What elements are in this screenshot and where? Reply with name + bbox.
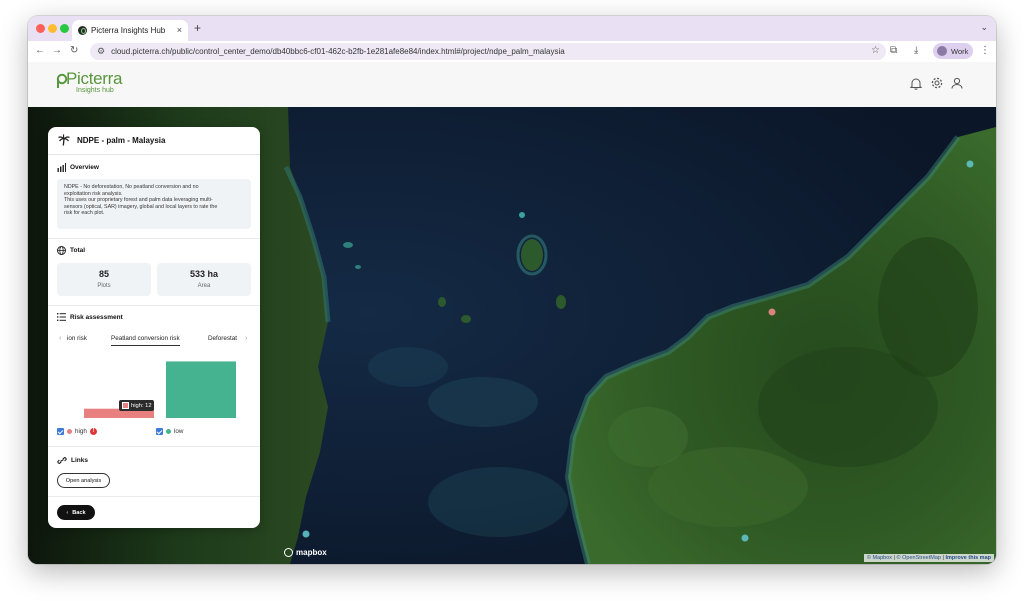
list-icon [57, 313, 66, 321]
tab-deforestation-risk[interactable]: Deforestat [208, 335, 237, 342]
overview-line: sensors (optical, SAR) imagery, global a… [64, 203, 218, 210]
close-window-button[interactable] [36, 24, 45, 33]
section-divider [48, 305, 260, 306]
plots-stat-card: 85 Plots [57, 263, 151, 296]
legend-low-label: low [174, 428, 184, 435]
tab-title: Picterra Insights Hub [91, 26, 166, 35]
forward-arrow-icon[interactable]: → [52, 44, 62, 58]
minimize-window-button[interactable] [48, 24, 57, 33]
mapbox-logo-text: mapbox [296, 548, 327, 557]
back-arrow-icon[interactable]: ← [35, 44, 45, 58]
mapbox-attribution-link[interactable]: © Mapbox [867, 555, 892, 561]
maximize-window-button[interactable] [60, 24, 69, 33]
browser-tab[interactable]: Picterra Insights Hub × [72, 20, 188, 41]
links-heading: Links [71, 457, 88, 464]
map-marker[interactable] [966, 160, 974, 168]
app-header: Picterra Insights hub [28, 62, 996, 108]
browser-window: Picterra Insights Hub × + ⌄ ← → ↻ ⚙ clou… [28, 16, 996, 564]
back-button[interactable]: ‹ Back [57, 505, 95, 520]
palm-tree-icon [58, 134, 70, 146]
reload-icon[interactable]: ↻ [70, 44, 78, 58]
address-bar: ← → ↻ ⚙ cloud.picterra.ch/public/control… [28, 41, 996, 63]
legend-high-label: high [75, 428, 87, 435]
risk-assessment-heading: Risk assessment [70, 314, 123, 321]
legend-high[interactable]: high ! [57, 428, 97, 435]
overview-description: NDPE - No deforestation, No peatland con… [57, 179, 251, 229]
notification-bell-icon[interactable] [910, 77, 922, 90]
bookmark-star-icon[interactable]: ☆ [871, 45, 880, 56]
tab-exploitation-risk[interactable]: ion risk [67, 335, 87, 342]
legend-low[interactable]: low [156, 428, 183, 435]
tabs-scroll-right-icon[interactable]: › [245, 335, 247, 342]
risk-tabs: ‹ ion risk Peatland conversion risk Defo… [57, 333, 251, 349]
overview-line: This uses our proprietary forest and pal… [64, 197, 213, 204]
url-text: cloud.picterra.ch/public/control_center_… [111, 47, 565, 56]
overview-line: risk for each plot. [64, 210, 105, 217]
browser-menu-icon[interactable]: ⋮ [980, 44, 990, 58]
mapbox-logo[interactable]: mapbox [284, 548, 327, 557]
profile-button[interactable]: Work [933, 43, 973, 59]
overview-heading: Overview [70, 164, 99, 171]
high-color-dot [67, 429, 72, 434]
panel-header: NDPE - palm - Malaysia [48, 127, 260, 155]
logo-subtext: Insights hub [76, 87, 114, 94]
map-attribution: © Mapbox | © OpenStreetMap | Improve thi… [863, 554, 994, 562]
globe-icon [57, 246, 66, 255]
map-marker[interactable] [741, 534, 749, 542]
area-stat-card: 533 ha Area [157, 263, 251, 296]
total-heading: Total [70, 247, 86, 254]
low-color-dot [166, 429, 171, 434]
low-checkbox[interactable] [156, 428, 163, 435]
map-marker[interactable] [302, 530, 310, 538]
mapbox-logo-icon [284, 548, 293, 557]
osm-attribution-link[interactable]: © OpenStreetMap [897, 555, 941, 561]
back-label: Back [72, 509, 86, 516]
panel-title: NDPE - palm - Malaysia [77, 136, 166, 145]
back-arrow-icon: ‹ [66, 509, 69, 516]
section-divider [48, 446, 260, 447]
tab-search-chevron-icon[interactable]: ⌄ [980, 22, 988, 33]
warning-icon: ! [89, 428, 97, 435]
high-checkbox[interactable] [57, 428, 64, 435]
picterra-favicon-icon [78, 26, 87, 35]
risk-bar-chart [84, 361, 236, 418]
section-divider [48, 238, 260, 239]
url-omnibox[interactable]: ⚙ cloud.picterra.ch/public/control_cente… [90, 43, 886, 60]
profile-avatar [937, 46, 947, 56]
new-tab-button[interactable]: + [194, 21, 201, 35]
bar-low[interactable] [166, 361, 236, 418]
open-analysis-button[interactable]: Open analysis [57, 473, 110, 488]
section-divider [48, 496, 260, 497]
profile-label: Work [951, 46, 969, 56]
improve-map-link[interactable]: Improve this map [945, 555, 991, 561]
logo-text: Picterra [66, 69, 123, 88]
link-icon [57, 457, 67, 464]
user-account-icon[interactable] [951, 77, 963, 89]
project-panel: NDPE - palm - Malaysia Overview NDPE - N… [48, 127, 260, 528]
area-label: Area [197, 283, 211, 289]
extensions-icon[interactable]: ⧉ [890, 44, 897, 58]
plots-label: Plots [97, 283, 111, 289]
open-analysis-label: Open analysis [65, 477, 102, 484]
map-marker[interactable] [768, 308, 776, 316]
site-settings-icon[interactable]: ⚙ [97, 46, 105, 57]
tooltip-text: high: 12 [131, 402, 152, 409]
tab-close-icon[interactable]: × [177, 25, 182, 35]
plots-count: 85 [98, 269, 109, 279]
settings-gear-icon[interactable] [931, 77, 943, 89]
tab-bar: Picterra Insights Hub × + ⌄ [28, 16, 996, 41]
tooltip-swatch [122, 402, 129, 409]
overview-line: NDPE - No deforestation, No peatland con… [64, 184, 199, 190]
overview-chart-icon [57, 163, 66, 172]
tab-peatland-conversion-risk[interactable]: Peatland conversion risk [111, 335, 180, 346]
overview-line: exploitation risk analysis. [64, 190, 123, 197]
chart-tooltip: high: 12 [119, 400, 154, 411]
download-icon[interactable]: ⤓ [914, 44, 918, 58]
area-value: 533 ha [189, 269, 219, 279]
tabs-scroll-left-icon[interactable]: ‹ [59, 335, 61, 342]
